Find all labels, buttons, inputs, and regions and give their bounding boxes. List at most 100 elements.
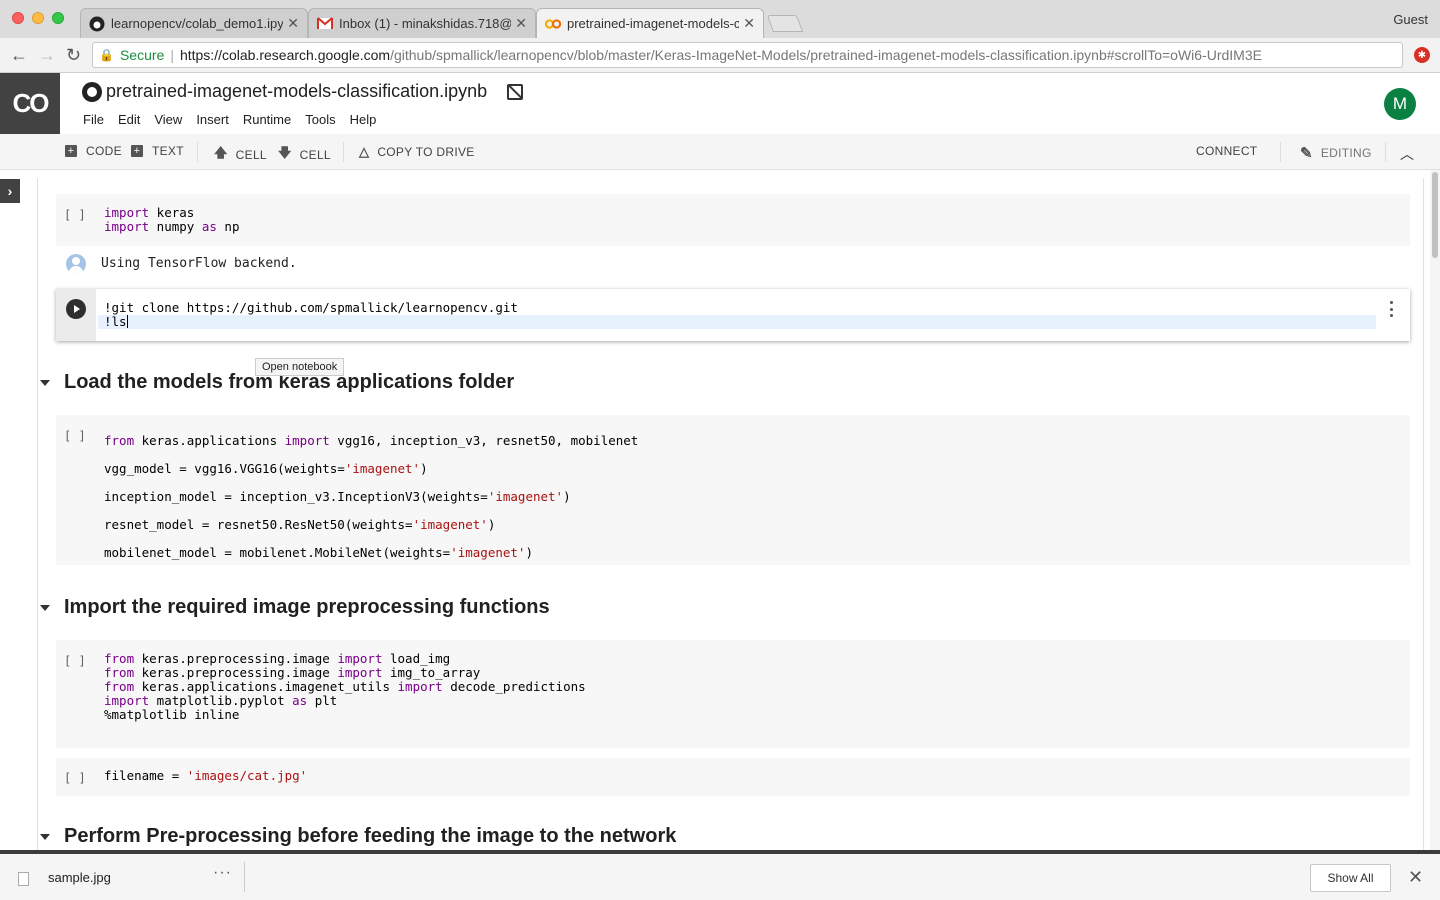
forward-arrow-icon[interactable]: →	[38, 46, 56, 64]
cell-run-prompt[interactable]: [ ]	[64, 429, 86, 443]
add-text-button[interactable]: + TEXT	[131, 144, 184, 158]
code-token: as	[292, 693, 308, 708]
scrollbar-track[interactable]	[1430, 170, 1440, 850]
menu-bar: File Edit View Insert Runtime Tools Help	[83, 112, 390, 127]
tooltip: Open notebook	[255, 358, 345, 376]
more-vert-icon[interactable]	[1389, 301, 1393, 317]
window-minimize-button[interactable]	[32, 12, 44, 24]
caret-down-icon[interactable]	[40, 604, 50, 611]
move-cell-down-button[interactable]: 🡇 CELL	[278, 144, 331, 166]
window-zoom-button[interactable]	[52, 12, 64, 24]
colab-header: CO pretrained-imagenet-models-classifica…	[0, 73, 1440, 134]
code-cell[interactable]: [ ] filename = 'images/cat.jpg'	[56, 758, 1410, 796]
code-token: from	[104, 679, 135, 694]
code-token: filename =	[104, 768, 187, 783]
code-cell-active[interactable]: !git clone https://github.com/spmallick/…	[56, 289, 1410, 341]
output-text: Using TensorFlow backend.	[101, 256, 297, 271]
close-icon[interactable]: ✕	[287, 15, 299, 32]
cell-output: Using TensorFlow backend.	[56, 248, 1410, 282]
plus-icon: +	[131, 145, 143, 157]
url-input[interactable]: 🔒 Secure | https://colab.research.google…	[92, 42, 1403, 68]
avatar[interactable]: M	[1384, 88, 1416, 120]
code-token: 'images/cat.jpg'	[186, 768, 308, 783]
profile-label[interactable]: Guest	[1393, 12, 1428, 27]
add-code-button[interactable]: + CODE	[65, 144, 122, 158]
code-token: import	[284, 433, 330, 448]
tab-title: learnopencv/colab_demo1.ipyn	[111, 16, 284, 31]
code-token: numpy	[149, 219, 202, 234]
browser-tab-bar: learnopencv/colab_demo1.ipyn ✕ Inbox (1)…	[0, 0, 1440, 38]
move-cell-up-button[interactable]: 🡅 CELL	[214, 144, 267, 166]
close-icon[interactable]: ✕	[1408, 867, 1423, 888]
code-token: as	[201, 219, 217, 234]
section-heading[interactable]: Perform Pre-processing before feeding th…	[40, 825, 676, 848]
code-cell[interactable]: [ ] from keras.preprocessing.image impor…	[56, 640, 1410, 748]
caret-down-icon[interactable]	[40, 379, 50, 386]
code-editor[interactable]: !git clone https://github.com/spmallick/…	[104, 301, 518, 329]
close-icon[interactable]: ✕	[743, 15, 755, 32]
add-text-label: TEXT	[152, 144, 184, 158]
code-token: inception_model = inception_v3.Inception…	[104, 489, 488, 504]
code-token: )	[525, 545, 533, 560]
code-token: import	[104, 205, 150, 220]
chevron-up-icon[interactable]: ︿	[1400, 144, 1414, 164]
section-title: Import the required image preprocessing …	[64, 596, 550, 618]
copy-to-drive-button[interactable]: △ COPY TO DRIVE	[359, 144, 475, 160]
move-cell-down-label: CELL	[299, 148, 331, 162]
scrollbar-thumb[interactable]	[1432, 172, 1438, 258]
browser-tab-gmail[interactable]: Inbox (1) - minakshidas.718@g ✕	[308, 8, 536, 38]
no-save-icon[interactable]	[507, 83, 524, 100]
code-token: keras	[149, 205, 195, 220]
notebook-area: [ ] import keras import numpy as np Usin…	[37, 178, 1424, 850]
output-user-icon[interactable]	[66, 254, 86, 274]
menu-file[interactable]: File	[83, 112, 104, 127]
code-cell[interactable]: [ ] from keras.applications import vgg16…	[56, 415, 1410, 565]
code-token: import	[337, 665, 383, 680]
code-editor[interactable]: from keras.applications import vgg16, in…	[104, 427, 638, 567]
cell-run-prompt[interactable]: [ ]	[64, 208, 86, 222]
window-close-button[interactable]	[12, 12, 24, 24]
section-heading[interactable]: Import the required image preprocessing …	[40, 596, 550, 619]
editing-mode-button[interactable]: ✎ EDITING	[1300, 144, 1372, 162]
file-icon	[18, 872, 29, 886]
code-cell[interactable]: [ ] import keras import numpy as np	[56, 194, 1410, 246]
cell-run-prompt[interactable]: [ ]	[64, 654, 86, 668]
section-title: Perform Pre-processing before feeding th…	[64, 825, 677, 847]
gmail-icon	[317, 16, 333, 32]
menu-edit[interactable]: Edit	[118, 112, 140, 127]
menu-help[interactable]: Help	[350, 112, 377, 127]
code-token: vgg_model = vgg16.VGG16(weights=	[104, 461, 345, 476]
connect-button[interactable]: CONNECT	[1196, 144, 1257, 158]
github-icon	[82, 81, 102, 102]
code-token: )	[420, 461, 428, 476]
code-token: 'imagenet'	[450, 545, 526, 560]
code-editor[interactable]: filename = 'images/cat.jpg'	[104, 769, 307, 783]
menu-runtime[interactable]: Runtime	[243, 112, 291, 127]
download-shelf: sample.jpg ··· Show All ✕	[0, 850, 1440, 900]
menu-view[interactable]: View	[154, 112, 182, 127]
sidebar-toggle-button[interactable]: ›	[0, 179, 20, 203]
download-file-name[interactable]: sample.jpg	[48, 870, 111, 885]
reload-icon[interactable]: ↻	[66, 46, 81, 64]
menu-tools[interactable]: Tools	[305, 112, 335, 127]
extension-icon[interactable]: ✱	[1414, 47, 1430, 63]
close-icon[interactable]: ✕	[515, 15, 527, 32]
run-cell-button[interactable]	[66, 299, 86, 319]
colab-logo[interactable]: CO	[0, 73, 60, 134]
code-editor[interactable]: from keras.preprocessing.image import lo…	[104, 652, 586, 722]
caret-down-icon[interactable]	[40, 833, 50, 840]
back-arrow-icon[interactable]: ←	[10, 46, 28, 64]
browser-tab-colab[interactable]: pretrained-imagenet-models-c ✕	[536, 8, 764, 38]
show-all-button[interactable]: Show All	[1310, 864, 1391, 892]
code-editor[interactable]: import keras import numpy as np	[104, 206, 239, 234]
code-token: np	[216, 219, 240, 234]
menu-insert[interactable]: Insert	[196, 112, 229, 127]
new-tab-button[interactable]	[766, 15, 804, 32]
connect-label: CONNECT	[1196, 144, 1258, 158]
browser-tab-github[interactable]: learnopencv/colab_demo1.ipyn ✕	[80, 8, 308, 38]
cell-run-prompt[interactable]: [ ]	[64, 771, 86, 785]
code-token: import	[104, 693, 150, 708]
more-horiz-icon[interactable]: ···	[213, 864, 232, 882]
notebook-title[interactable]: pretrained-imagenet-models-classificatio…	[106, 81, 487, 102]
code-token: load_img	[382, 651, 451, 666]
